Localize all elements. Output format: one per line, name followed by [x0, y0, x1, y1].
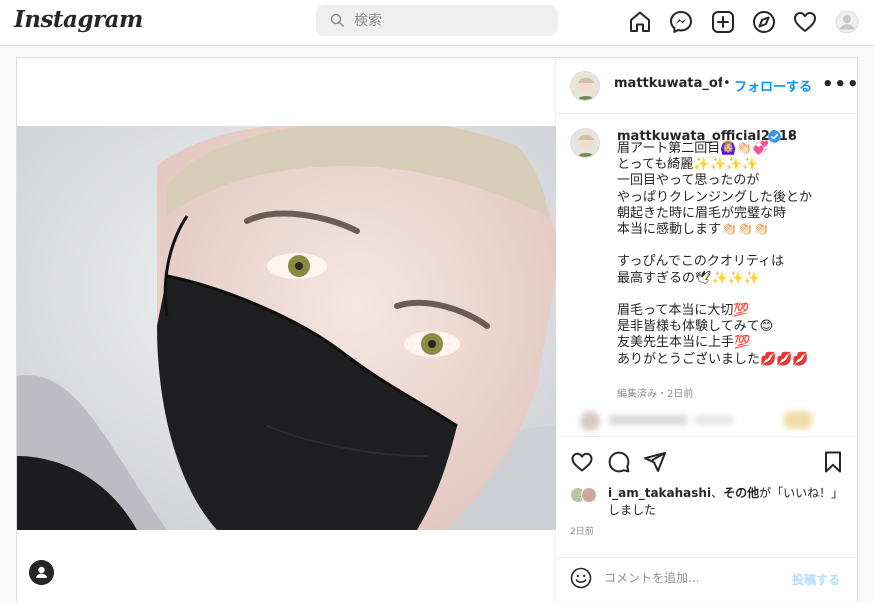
blurred-comment-image: [580, 411, 812, 431]
explore-icon[interactable]: [751, 9, 777, 35]
caption-line: 一回目やって思ったのが: [617, 173, 760, 189]
portrait-image: [17, 126, 556, 530]
search-box[interactable]: [316, 5, 558, 36]
comment-icon[interactable]: [607, 450, 631, 474]
profile-avatar[interactable]: [834, 9, 860, 35]
user-tags-icon[interactable]: [29, 560, 54, 585]
author-username[interactable]: mattkuwata_offici: [614, 76, 722, 91]
caption-author-avatar[interactable]: [570, 128, 600, 158]
caption-line: 朝起きた時に眉毛が完璧な時: [617, 205, 787, 221]
caption-line: [617, 287, 847, 303]
messenger-icon[interactable]: [668, 9, 694, 35]
activity-heart-icon[interactable]: [792, 9, 818, 35]
author-avatar[interactable]: [570, 71, 600, 101]
post-media: [17, 58, 556, 602]
author-avatar-image: [571, 72, 599, 100]
top-navigation-bar: Instagram: [0, 0, 874, 46]
post-comment-button[interactable]: 投稿する: [792, 571, 840, 588]
caption-meta: 編集済み・2日前: [617, 389, 694, 400]
caption-author-avatar-image: [571, 129, 599, 157]
caption-line: 眉毛って本当に大切💯: [617, 303, 750, 319]
search-icon: [330, 13, 344, 27]
liker-username[interactable]: i_am_takahashi: [608, 486, 711, 500]
post-timestamp[interactable]: 2日前: [570, 524, 594, 537]
caption-line: すっぴんでこのクオリティは: [617, 254, 785, 270]
caption-line: 眉アート第二回目🙆🏼‍♀️👏🏻💞: [617, 141, 769, 156]
caption-line: [617, 238, 847, 254]
caption-line: 是非皆様も体験してみて😊: [617, 319, 774, 335]
likes-separator: 、: [711, 486, 724, 500]
post-sidebar: mattkuwata_offici • フォローする ••• mattkuwat…: [556, 58, 860, 602]
comment-bar: 投稿する: [556, 557, 858, 603]
caption-line: 最高すぎるの🕊✨✨✨: [617, 270, 761, 286]
comment-input[interactable]: [604, 567, 774, 589]
post-card: mattkuwata_offici • フォローする ••• mattkuwat…: [16, 57, 860, 602]
post-photo[interactable]: [17, 126, 556, 530]
instagram-logo[interactable]: Instagram: [14, 6, 143, 33]
caption-line: ありがとうございました💋💋💋: [617, 351, 809, 367]
caption-line: 本当に感動します👏🏻👏🏻👏🏻: [617, 222, 770, 238]
emoji-icon[interactable]: [570, 567, 592, 589]
header-separator: •: [723, 76, 731, 91]
home-icon[interactable]: [627, 9, 653, 35]
post-caption: 眉アート第二回目🙆🏼‍♀️👏🏻💞 とっても綺麗✨✨✨✨ 一回目やって思ったのが …: [617, 141, 847, 368]
caption-line: 友美先生本当に上手💯: [617, 335, 751, 351]
new-post-icon[interactable]: [710, 9, 736, 35]
follow-button[interactable]: フォローする: [734, 76, 812, 95]
post-actions: i_am_takahashi、その他が「いいね！」しました 2日前 投稿する: [556, 436, 858, 602]
more-options-button[interactable]: •••: [822, 74, 860, 95]
post-header: mattkuwata_offici • フォローする •••: [556, 58, 860, 114]
share-icon[interactable]: [643, 450, 667, 474]
search-input[interactable]: [354, 5, 544, 36]
caption-line: とっても綺麗✨✨✨✨: [617, 157, 759, 173]
likes-summary: i_am_takahashi、その他が「いいね！」しました: [570, 485, 850, 519]
caption-line: やっぱりクレンジングした後とか: [617, 189, 813, 205]
save-bookmark-icon[interactable]: [822, 450, 844, 474]
blurred-comment-preview: [576, 408, 838, 434]
like-heart-icon[interactable]: [570, 450, 594, 474]
likes-others-link[interactable]: その他: [723, 486, 759, 500]
